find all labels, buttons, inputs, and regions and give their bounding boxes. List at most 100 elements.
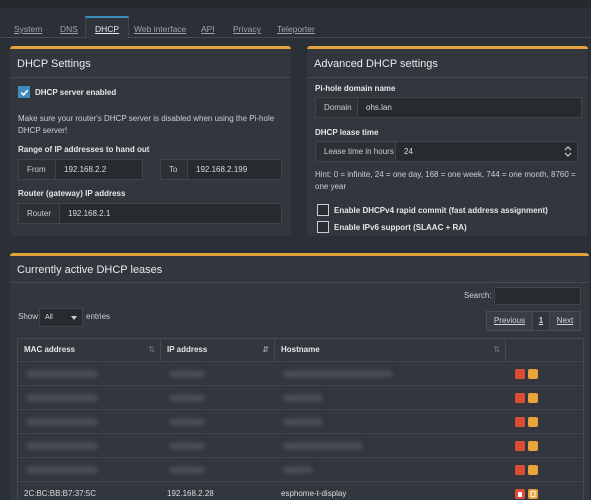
router-addon: Router [18, 203, 60, 224]
tab-api[interactable]: API [201, 16, 215, 38]
search-input[interactable] [494, 287, 581, 305]
delete-lease-button[interactable] [515, 441, 525, 451]
range-to-input[interactable]: 192.168.2.199 [187, 159, 282, 180]
lease-mac: 2C:BC:BB:B7:37:5C [24, 489, 97, 498]
show-entries-select[interactable]: All [39, 308, 83, 327]
column-mac-address[interactable]: MAC address ⇅ [18, 339, 161, 361]
dhcp-enabled-checkbox[interactable] [18, 86, 30, 98]
table-row: 2C:BC:BB:B7:37:5C 192.168.2.28 esphome-t… [18, 481, 585, 500]
dhcp-settings-title: DHCP Settings [17, 58, 91, 70]
domain-addon: Domain [315, 97, 358, 118]
to-addon: To [160, 159, 188, 180]
lease-time-addon: Lease time in hours [315, 141, 396, 162]
range-label: Range of IP addresses to hand out [18, 145, 150, 154]
from-addon: From [18, 159, 56, 180]
page-1-button[interactable]: 1 [532, 311, 550, 331]
edit-lease-button[interactable] [528, 369, 538, 379]
redacted-mac [26, 443, 98, 449]
dhcp-note: Make sure your router's DHCP server is d… [18, 114, 275, 135]
edit-lease-button[interactable] [528, 441, 538, 451]
show-label: Show [18, 312, 39, 321]
tab-web-interface[interactable]: Web interface [134, 16, 186, 38]
lease-time-label: DHCP lease time [315, 128, 379, 137]
table-row [18, 433, 585, 457]
column-ip-address[interactable]: IP address ⇵ [161, 339, 275, 361]
checkmark-icon [20, 89, 29, 97]
show-entries-value: All [45, 314, 53, 321]
sort-icon: ⇅ [493, 345, 500, 354]
table-row [18, 409, 585, 433]
domain-input[interactable]: ohs.lan [357, 97, 582, 118]
edit-lease-button[interactable] [528, 465, 538, 475]
tab-system[interactable]: System [14, 16, 42, 38]
delete-lease-button[interactable] [515, 489, 525, 499]
delete-lease-button[interactable] [515, 369, 525, 379]
column-label: MAC address [24, 345, 76, 354]
lease-ip: 192.168.2.28 [167, 489, 214, 498]
redacted-mac [26, 371, 98, 377]
entries-label: entries [86, 312, 111, 321]
advanced-dhcp-title: Advanced DHCP settings [314, 58, 438, 70]
router-ip-input[interactable]: 192.168.2.1 [59, 203, 282, 224]
copy-icon [530, 491, 536, 497]
redacted-hostname [283, 419, 323, 425]
edit-lease-button[interactable] [528, 489, 538, 499]
tab-dhcp[interactable]: DHCP [85, 16, 130, 39]
advanced-dhcp-box: Advanced DHCP settings Pi-hole domain na… [307, 46, 588, 236]
redacted-hostname [283, 371, 393, 377]
redacted-ip [169, 371, 205, 377]
divider [10, 282, 589, 283]
rapid-commit-checkbox[interactable] [317, 204, 329, 216]
top-bar [0, 0, 591, 8]
search-label: Search: [464, 291, 492, 300]
delete-lease-button[interactable] [515, 417, 525, 427]
dhcp-leases-box: Currently active DHCP leases Search: Sho… [10, 253, 589, 500]
column-label: IP address [167, 345, 208, 354]
redacted-ip [169, 467, 205, 473]
lease-time-input[interactable]: 24 [395, 141, 578, 162]
sort-asc-icon: ⇵ [262, 345, 269, 354]
delete-lease-button[interactable] [515, 393, 525, 403]
redacted-hostname [283, 443, 363, 449]
tab-teleporter[interactable]: Teleporter [277, 16, 315, 38]
divider [307, 77, 588, 78]
delete-lease-button[interactable] [515, 465, 525, 475]
next-button[interactable]: Next [549, 311, 581, 331]
router-label: Router (gateway) IP address [18, 189, 126, 198]
settings-tabs: System DNS DHCP Web interface API Privac… [0, 16, 591, 39]
column-label: Hostname [281, 345, 320, 354]
redacted-mac [26, 395, 98, 401]
range-from-input[interactable]: 192.168.2.2 [55, 159, 143, 180]
ipv6-label: Enable IPv6 support (SLAAC + RA) [334, 223, 467, 232]
redacted-ip [169, 395, 205, 401]
table-row [18, 361, 585, 385]
edit-lease-button[interactable] [528, 417, 538, 427]
tab-dns[interactable]: DNS [60, 16, 78, 38]
dhcp-settings-box: DHCP Settings DHCP server enabled Make s… [10, 46, 291, 236]
redacted-ip [169, 419, 205, 425]
domain-label: Pi-hole domain name [315, 84, 396, 93]
dhcp-enabled-label: DHCP server enabled [35, 88, 117, 97]
leases-table: MAC address ⇅ IP address ⇵ Hostname ⇅ 2C… [17, 338, 585, 500]
column-actions [506, 339, 585, 361]
edit-lease-button[interactable] [528, 393, 538, 403]
column-hostname[interactable]: Hostname ⇅ [275, 339, 506, 361]
rapid-commit-label: Enable DHCPv4 rapid commit (fast address… [334, 206, 548, 215]
trash-icon [518, 492, 522, 497]
chevron-down-icon [71, 316, 77, 320]
redacted-hostname [283, 467, 313, 473]
previous-button[interactable]: Previous [486, 311, 533, 331]
lease-hostname: esphome-t-display [281, 489, 347, 498]
divider [10, 77, 291, 78]
spinner-icon[interactable] [564, 146, 572, 159]
ipv6-checkbox[interactable] [317, 221, 329, 233]
redacted-mac [26, 419, 98, 425]
tab-privacy[interactable]: Privacy [233, 16, 261, 38]
table-row [18, 385, 585, 409]
table-header: MAC address ⇅ IP address ⇵ Hostname ⇅ [18, 339, 585, 361]
sort-icon: ⇅ [148, 345, 155, 354]
lease-time-hint: Hint: 0 = infinite, 24 = one day, 168 = … [315, 170, 576, 191]
table-row [18, 457, 585, 481]
redacted-hostname [283, 395, 323, 401]
redacted-ip [169, 443, 205, 449]
